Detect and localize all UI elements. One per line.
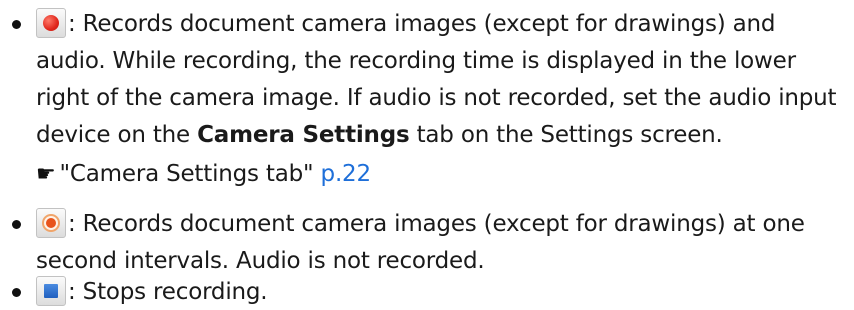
bullet-dot [12,288,21,297]
pointing-hand-icon: ☛ [36,162,56,187]
bullet-dot [12,20,21,29]
separator: : [68,11,83,37]
list-item-text: : Records document camera images (except… [36,6,844,154]
xref-label: "Camera Settings tab" [59,161,314,187]
bullet-dot [12,220,21,229]
cross-reference: ☛ "Camera Settings tab" p.22 [36,156,371,193]
list-item-text: : Records document camera images (except… [36,206,844,280]
record-description-end: tab on the Settings screen. [409,122,723,148]
record-audio-icon [36,8,66,38]
record-interval-icon [36,208,66,238]
stop-icon [36,276,66,306]
list-item-text: : Stops recording. [36,274,844,310]
camera-settings-tab-name: Camera Settings [197,122,410,148]
interval-description: Records document camera images (except f… [36,211,805,274]
stop-description: Stops recording. [82,279,268,305]
separator: : [68,211,83,237]
page-link[interactable]: p.22 [321,161,372,187]
separator: : [68,279,83,305]
document-body: : Records document camera images (except… [0,0,854,310]
